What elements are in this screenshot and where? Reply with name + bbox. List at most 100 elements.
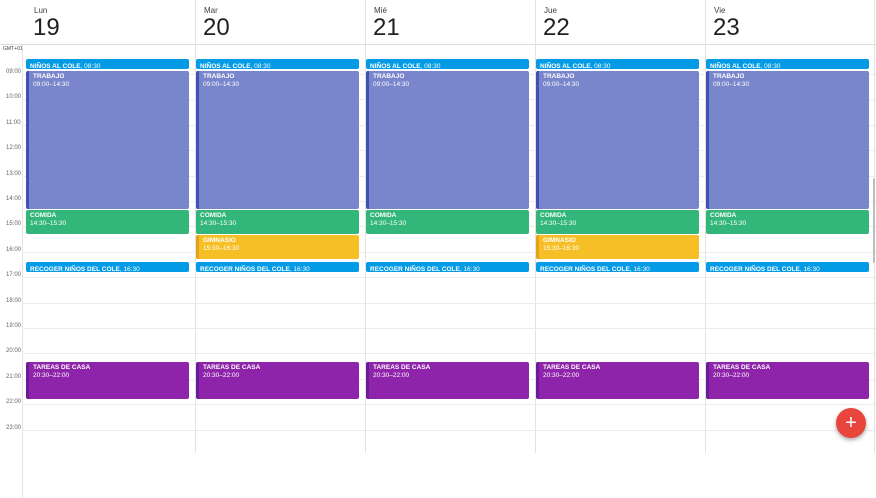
scrollbar[interactable] xyxy=(873,178,875,263)
hour-label: 11:00 xyxy=(6,119,21,126)
day-header-22[interactable]: Jue 22 xyxy=(535,0,704,44)
day-header-20[interactable]: Mar 20 xyxy=(195,0,364,44)
event-ninos[interactable]: NIÑOS AL COLE, 08:30 xyxy=(196,59,359,69)
day-number: 21 xyxy=(373,14,400,41)
hour-gridline xyxy=(22,404,876,406)
event-comida[interactable]: COMIDA 14:30–15:30 xyxy=(536,210,699,234)
event-title: COMIDA xyxy=(710,212,737,219)
event-title: NIÑOS AL COLE xyxy=(540,63,591,69)
event-comida[interactable]: COMIDA 14:30–15:30 xyxy=(706,210,869,234)
event-tareas[interactable]: TAREAS DE CASA 20:30–22:00 xyxy=(26,362,189,399)
day-header-21[interactable]: Mié 21 xyxy=(365,0,534,44)
event-time: 09:00–14:30 xyxy=(713,81,750,88)
event-ninos[interactable]: NIÑOS AL COLE, 08:30 xyxy=(366,59,529,69)
event-trabajo[interactable]: TRABAJO 09:00–14:30 xyxy=(26,71,189,209)
event-title: COMIDA xyxy=(540,212,567,219)
hour-label: 22:00 xyxy=(6,399,22,406)
hour-label: 19:00 xyxy=(6,323,22,329)
hour-label: 14:00 xyxy=(6,196,22,202)
event-time: 20:30–22:00 xyxy=(33,372,70,379)
day-header-19[interactable]: Lun 19 xyxy=(25,0,194,44)
hour-label: 18:00 xyxy=(6,297,22,304)
day-number: 22 xyxy=(543,14,570,41)
event-title: COMIDA xyxy=(30,212,57,219)
hour-label: 16:00 xyxy=(6,246,22,253)
timezone-label: GMT+01 xyxy=(3,46,23,52)
event-title: TAREAS DE CASA xyxy=(373,364,431,371)
day-number: 20 xyxy=(203,14,230,41)
event-title: TRABAJO xyxy=(713,73,745,80)
event-tareas[interactable]: TAREAS DE CASA 20:30–22:00 xyxy=(366,362,529,399)
event-title: NIÑOS AL COLE xyxy=(710,63,761,69)
event-gimnasio[interactable]: GIMNASIO 15:30–16:30 xyxy=(536,235,699,259)
event-recoger[interactable]: RECOGER NIÑOS DEL COLE, 16:30 xyxy=(366,262,529,272)
hour-label: 23:00 xyxy=(6,424,22,431)
event-time: , 08:30 xyxy=(250,63,271,69)
event-time: 20:30–22:00 xyxy=(203,372,240,379)
event-ninos[interactable]: NIÑOS AL COLE, 08:30 xyxy=(536,59,699,69)
hour-gridline xyxy=(22,251,876,253)
hour-label: 20:00 xyxy=(6,348,22,355)
event-title: NIÑOS AL COLE xyxy=(200,63,251,69)
event-time: , 08:30 xyxy=(420,63,441,69)
event-title: RECOGER NIÑOS DEL COLE xyxy=(710,266,800,272)
hour-label: 10:00 xyxy=(6,94,22,101)
day-number: 19 xyxy=(33,14,60,41)
event-tareas[interactable]: TAREAS DE CASA 20:30–22:00 xyxy=(706,362,869,399)
event-recoger[interactable]: RECOGER NIÑOS DEL COLE, 16:30 xyxy=(706,262,869,272)
event-trabajo[interactable]: TRABAJO 09:00–14:30 xyxy=(706,71,869,209)
event-title: RECOGER NIÑOS DEL COLE xyxy=(370,266,460,272)
event-title: TAREAS DE CASA xyxy=(543,364,601,371)
event-title: GIMNASIO xyxy=(543,237,576,244)
event-ninos[interactable]: NIÑOS AL COLE, 08:30 xyxy=(706,59,869,69)
hour-gridline xyxy=(22,353,876,355)
event-title: TAREAS DE CASA xyxy=(33,364,91,371)
event-comida[interactable]: COMIDA 14:30–15:30 xyxy=(366,210,529,234)
event-time: 20:30–22:00 xyxy=(543,372,580,379)
event-tareas[interactable]: TAREAS DE CASA 20:30–22:00 xyxy=(536,362,699,399)
event-gimnasio[interactable]: GIMNASIO 15:30–16:30 xyxy=(196,235,359,259)
hour-gridline xyxy=(22,302,876,304)
hour-label: 13:00 xyxy=(6,170,22,177)
event-time: , 16:30 xyxy=(119,266,140,272)
event-recoger[interactable]: RECOGER NIÑOS DEL COLE, 16:30 xyxy=(26,262,189,272)
event-ninos[interactable]: NIÑOS AL COLE, 08:30 xyxy=(26,59,189,69)
event-time: , 08:30 xyxy=(80,63,101,69)
event-time: 09:00–14:30 xyxy=(543,81,580,88)
event-time: , 08:30 xyxy=(590,63,611,69)
event-title: TAREAS DE CASA xyxy=(203,364,261,371)
event-tareas[interactable]: TAREAS DE CASA 20:30–22:00 xyxy=(196,362,359,399)
event-title: NIÑOS AL COLE xyxy=(30,63,81,69)
hour-label: 12:00 xyxy=(6,145,22,152)
event-trabajo[interactable]: TRABAJO 09:00–14:30 xyxy=(366,71,529,209)
event-time: 09:00–14:30 xyxy=(33,81,70,88)
event-time: , 16:30 xyxy=(289,266,310,272)
event-title: TAREAS DE CASA xyxy=(713,364,771,371)
event-comida[interactable]: COMIDA 14:30–15:30 xyxy=(196,210,359,234)
event-time: 15:30–16:30 xyxy=(203,245,240,252)
event-time: 14:30–15:30 xyxy=(30,220,67,227)
event-title: TRABAJO xyxy=(203,73,235,80)
hour-gridline xyxy=(22,429,876,431)
event-time: , 16:30 xyxy=(459,266,480,272)
event-time: 09:00–14:30 xyxy=(373,81,410,88)
header-divider xyxy=(0,44,876,45)
hour-label: 15:00 xyxy=(6,221,22,228)
event-time: 20:30–22:00 xyxy=(373,372,410,379)
day-header-23[interactable]: Vie 23 xyxy=(705,0,874,44)
event-time: 14:30–15:30 xyxy=(710,220,747,227)
event-trabajo[interactable]: TRABAJO 09:00–14:30 xyxy=(536,71,699,209)
hour-label: 21:00 xyxy=(6,373,22,380)
event-comida[interactable]: COMIDA 14:30–15:30 xyxy=(26,210,189,234)
event-time: 09:00–14:30 xyxy=(203,81,240,88)
event-title: RECOGER NIÑOS DEL COLE xyxy=(200,266,290,272)
event-recoger[interactable]: RECOGER NIÑOS DEL COLE, 16:30 xyxy=(536,262,699,272)
plus-icon: + xyxy=(845,411,857,434)
hour-label: 09:00 xyxy=(6,69,22,75)
hour-label: 17:00 xyxy=(6,272,22,279)
event-title: TRABAJO xyxy=(373,73,405,80)
event-time: , 08:30 xyxy=(760,63,781,69)
create-event-button[interactable]: + xyxy=(836,408,866,438)
event-recoger[interactable]: RECOGER NIÑOS DEL COLE, 16:30 xyxy=(196,262,359,272)
event-trabajo[interactable]: TRABAJO 09:00–14:30 xyxy=(196,71,359,209)
